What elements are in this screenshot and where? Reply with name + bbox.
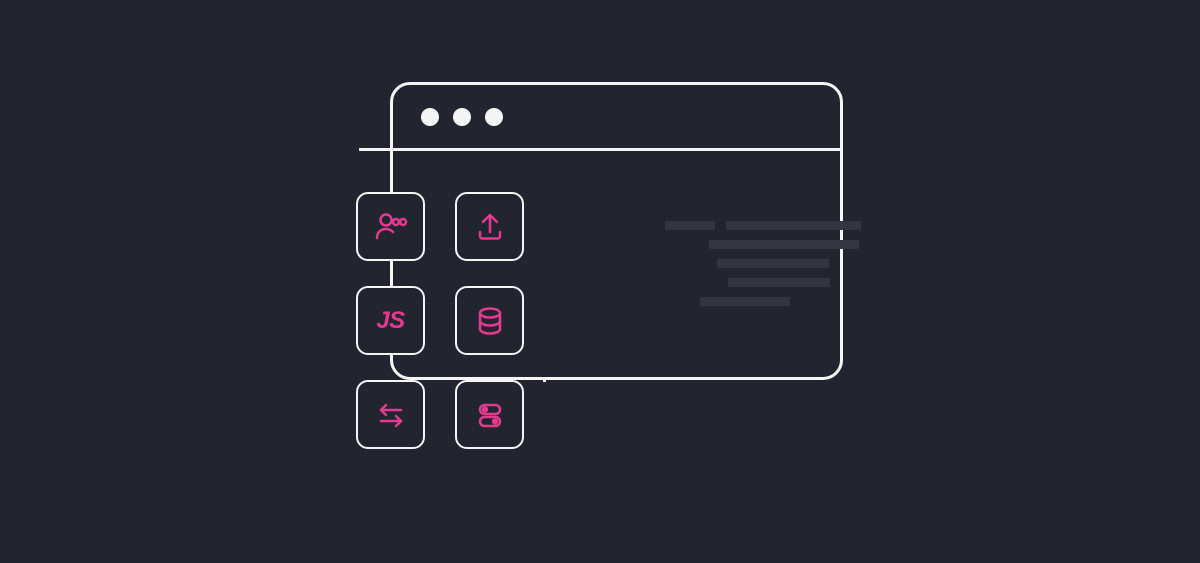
- placeholder-line: [709, 240, 859, 249]
- feature-grid: JS: [356, 192, 524, 449]
- placeholder-line: [665, 221, 715, 230]
- placeholder-text-lines: [665, 221, 861, 316]
- browser-decoration: [359, 148, 393, 151]
- upload-icon: [471, 208, 509, 246]
- feature-tile-toggles: [455, 380, 524, 449]
- feature-tile-upload: [455, 192, 524, 261]
- feature-tile-database: [455, 286, 524, 355]
- traffic-light-dot-icon: [421, 108, 439, 126]
- browser-decoration: [543, 377, 546, 382]
- traffic-light-dot-icon: [453, 108, 471, 126]
- placeholder-line: [726, 221, 861, 230]
- database-icon: [471, 302, 509, 340]
- feature-tile-javascript: JS: [356, 286, 425, 355]
- placeholder-line: [728, 278, 830, 287]
- user-link-icon: [372, 208, 410, 246]
- feature-tile-user: [356, 192, 425, 261]
- browser-titlebar: [393, 85, 840, 151]
- transfer-arrows-icon: [372, 396, 410, 434]
- toggles-icon: [471, 396, 509, 434]
- placeholder-line: [717, 259, 829, 268]
- javascript-label: JS: [376, 307, 404, 335]
- traffic-light-dot-icon: [485, 108, 503, 126]
- placeholder-line: [700, 297, 790, 306]
- feature-tile-transfer: [356, 380, 425, 449]
